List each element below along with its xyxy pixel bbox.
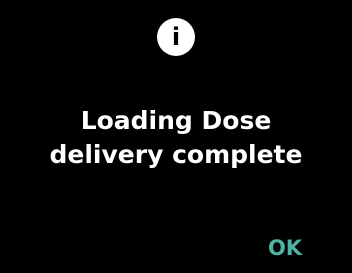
info-dialog-screen: i Loading Dose delivery complete OK <box>0 0 352 273</box>
info-icon: i <box>157 18 195 56</box>
dialog-message: Loading Dose delivery complete <box>0 104 352 172</box>
info-icon-glyph: i <box>171 23 181 51</box>
message-line-1: Loading Dose <box>80 106 272 135</box>
message-line-2: delivery complete <box>49 140 303 169</box>
ok-button[interactable]: OK <box>262 233 308 263</box>
